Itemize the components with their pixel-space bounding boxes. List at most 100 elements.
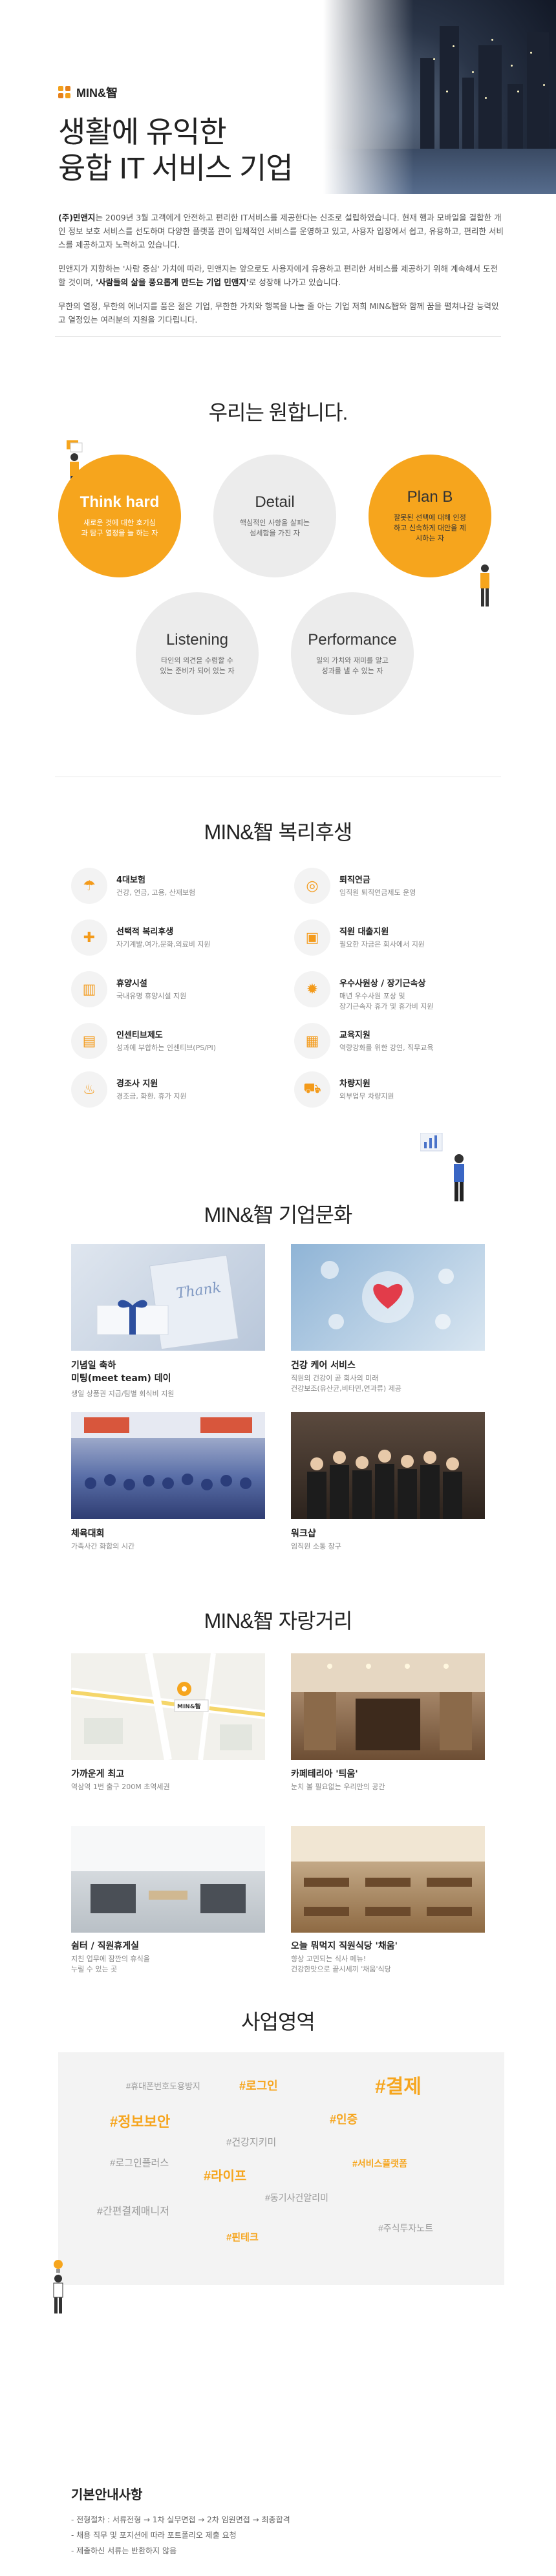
gift-card-photo: Thank (71, 1244, 265, 1351)
map-company-label: MIN&智 (177, 1704, 201, 1710)
standing-person-illustration (480, 564, 489, 606)
values-section: 우리는 원합니다. Think hard 새로운 것에 대한 호기심과 탐구 열… (0, 337, 556, 777)
gift-icon: ✚ (71, 919, 107, 956)
attraction-item-desc: 지친 업무에 잠깐의 휴식을 누릴 수 있는 곳 (71, 1955, 150, 1973)
guide-title: 기본안내사항 (71, 2487, 143, 2502)
culture-item-title: 체육대회 (71, 1529, 105, 1539)
guide-list: - 전형절차 : 서류전형 → 1차 실무면접 → 2차 임원면접 → 최종합격… (71, 2512, 485, 2559)
welfare-item: ◎ 퇴직연금 임직원 퇴직연금제도 운영 (294, 868, 508, 904)
hero-title-line1: 생활에 유익한 (58, 115, 227, 149)
wallet-icon: ▣ (294, 919, 330, 956)
welfare-item-desc: 국내유명 휴양시설 지원 (116, 992, 187, 1000)
welfare-item-desc: 역량강화를 위한 강연, 직무교육 (339, 1044, 434, 1052)
logo-mark-icon (58, 86, 71, 99)
business-tag-cloud: #휴대폰번호도용방지 #로그인 #결제 #정보보안 #인증 #건강지키미 #로그… (58, 2052, 504, 2285)
attractions-title: MIN&智 자랑거리 (204, 1609, 353, 1633)
lounge-photo (71, 1826, 265, 1933)
value-title: Listening (166, 631, 229, 649)
intro-paragraph-1: 는 2009년 3월 고객에게 안전하고 편리한 IT서비스를 제공한다는 신조… (58, 213, 504, 250)
city-night-photo (323, 0, 556, 194)
logo-text: MIN&智 (76, 87, 118, 100)
intro-paragraph-2b: 로 성장해 나가고 있습니다. (248, 277, 341, 287)
welfare-item-desc: 매년 우수사원 포상 및 장기근속자 휴가 및 휴가비 지원 (339, 992, 434, 1011)
business-tag: #로그인 (239, 2079, 278, 2092)
business-tag: #간편결제매니저 (97, 2206, 169, 2217)
business-tag: #서비스플랫폼 (352, 2158, 408, 2169)
attraction-item-title: 쉼터 / 직원휴게실 (71, 1941, 140, 1951)
business-tag: #동기사건알리미 (265, 2193, 328, 2203)
value-desc: 타인의 의견을 수렴할 수 있는 준비가 되어 있는 자 (160, 656, 235, 675)
value-desc: 잘못된 선택에 대해 인정하고 신속하게 대안을 제시하는 자 (394, 513, 466, 542)
welfare-item: ♨ 경조사 지원 경조금, 화환, 휴가 지원 (71, 1071, 284, 1108)
guide-line: - 제출하신 서류는 반환하지 않음 (71, 2546, 177, 2555)
umbrella-icon: ☂ (71, 868, 107, 904)
business-tag: #주식투자노트 (378, 2223, 434, 2233)
car-icon: ⛟ (294, 1071, 330, 1108)
welfare-item-title: 휴양시설 (116, 979, 147, 989)
business-tag: #로그인플러스 (110, 2158, 169, 2169)
culture-item-desc: 가족사간 화합의 시간 (71, 1542, 135, 1551)
value-circle-performance: Performance 일의 가치와 재미를 알고 성과를 낼 수 있는 자 (291, 592, 414, 715)
welfare-title: MIN&智 복리후생 (204, 821, 353, 844)
guide-section: 기본안내사항 - 전형절차 : 서류전형 → 1차 실무면접 → 2차 임원면접… (71, 2484, 485, 2559)
culture-title: MIN&智 기업문화 (204, 1203, 353, 1227)
welfare-item-desc: 성과에 부합하는 인센티브(PS/PI) (116, 1044, 217, 1052)
welfare-item-desc: 임직원 퇴직연금제도 운영 (339, 888, 416, 897)
welfare-item-desc: 건강, 연금, 고용, 산재보험 (116, 888, 196, 897)
culture-section: MIN&智 기업문화 Thank 기념일 축하 미팅(meet team) 데이… (0, 1126, 556, 1572)
value-desc: 일의 가치와 재미를 알고 성과를 낼 수 있는 자 (316, 656, 389, 675)
chart-icon: ▤ (71, 1023, 107, 1059)
welfare-item-desc: 자기계발,여가,문화,의료비 지원 (116, 940, 211, 949)
value-circle-listening: Listening 타인의 의견을 수렴할 수 있는 준비가 되어 있는 자 (136, 592, 259, 715)
culture-item-title: 워크샵 (291, 1529, 316, 1539)
value-title: Plan B (407, 488, 453, 506)
value-title: Performance (308, 631, 397, 649)
intro-slogan: '사람들의 삶을 풍요롭게 만드는 기업 민앤지' (92, 277, 249, 287)
location-map: MIN&智 (71, 1653, 265, 1760)
welfare-item-title: 교육지원 (339, 1031, 370, 1040)
culture-item-desc: 직원의 건강이 곧 회사의 미래 건강보조(유산균,비타민,연과류) 제공 (291, 1374, 401, 1393)
welfare-item-desc: 필요한 자금은 회사에서 지원 (339, 940, 425, 949)
business-tag: #핀테크 (226, 2232, 259, 2243)
attraction-item-desc: 향상 고민되는 식사 메뉴! 건강한맛으로 끝시세끼 '채움'식당 (291, 1955, 391, 1973)
company-name: (주)민앤지 (58, 213, 96, 222)
recruit-page: MIN&智 생활에 유익한 융합 IT 서비스 기업 (주)민앤지는 2009년… (0, 0, 556, 2576)
value-title: Think hard (80, 493, 160, 511)
business-tag: #건강지키미 (226, 2137, 277, 2148)
intro-paragraph-3: 무한의 열정, 무한의 에너지를 품은 젊은 기업, 무한한 가치와 행복을 나… (58, 301, 499, 325)
guide-line: - 채용 직무 및 포지션에 따라 포트폴리오 제출 요청 (71, 2531, 237, 2540)
business-tag: #정보보안 (110, 2114, 171, 2130)
welfare-item-title: 퇴직연금 (339, 875, 370, 885)
welfare-item: ✹ 우수사원상 / 장기근속상 매년 우수사원 포상 및 장기근속자 휴가 및 … (294, 971, 508, 1012)
welfare-item-desc: 경조금, 화환, 휴가 지원 (116, 1092, 187, 1100)
business-tag: #인증 (330, 2113, 358, 2126)
cafeteria-photo (291, 1653, 485, 1760)
sports-day-photo (71, 1412, 265, 1519)
welfare-item-title: 직원 대출지원 (339, 927, 389, 937)
person-with-chart-illustration (420, 1133, 464, 1201)
values-title: 우리는 원합니다. (208, 401, 348, 424)
culture-item-desc: 생일 상품권 지급/팀별 회식비 지원 (71, 1390, 175, 1398)
welfare-item: ⛟ 차량지원 외부업무 차량지원 (294, 1071, 508, 1108)
hero-title-line2: 융합 IT 서비스 기업 (58, 151, 294, 185)
value-circle-plan-b: Plan B 잘못된 선택에 대해 인정하고 신속하게 대안을 제시하는 자 (369, 455, 491, 577)
health-care-photo (291, 1244, 485, 1351)
welfare-item-title: 선택적 복리후생 (116, 927, 174, 937)
medal-icon: ✹ (294, 971, 330, 1007)
attraction-item-desc: 역삼역 1번 출구 200M 초역세권 (71, 1783, 170, 1791)
welfare-item: ▥ 휴양시설 국내유명 휴양시설 지원 (71, 971, 284, 1007)
welfare-section: MIN&智 복리후생 ☂ 4대보험 건강, 연금, 고용, 산재보험 ◎ 퇴직연… (0, 777, 556, 1126)
value-desc: 새로운 것에 대한 호기심과 탐구 열정을 늘 하는 자 (81, 519, 158, 537)
welfare-item-title: 4대보험 (116, 875, 145, 885)
welfare-item-title: 우수사원상 / 장기근속상 (339, 979, 426, 989)
welfare-item-title: 경조사 지원 (116, 1079, 158, 1089)
coin-icon: ◎ (294, 868, 330, 904)
business-title: 사업영역 (241, 2010, 315, 2034)
staff-restaurant-photo (291, 1826, 485, 1933)
welfare-item: ▤ 인센티브제도 성과에 부합하는 인센티브(PS/PI) (71, 1023, 284, 1059)
person-with-bulb-illustration (53, 2260, 63, 2313)
hero-section: MIN&智 생활에 유익한 융합 IT 서비스 기업 (주)민앤지는 2009년… (0, 0, 556, 336)
value-desc: 핵심적인 사항을 살피는 섬세함을 가진 자 (239, 519, 310, 537)
attraction-item-title: 카페테리아 '틔움' (291, 1769, 358, 1779)
value-circle-think-hard: Think hard 새로운 것에 대한 호기심과 탐구 열정을 늘 하는 자 (58, 455, 181, 577)
